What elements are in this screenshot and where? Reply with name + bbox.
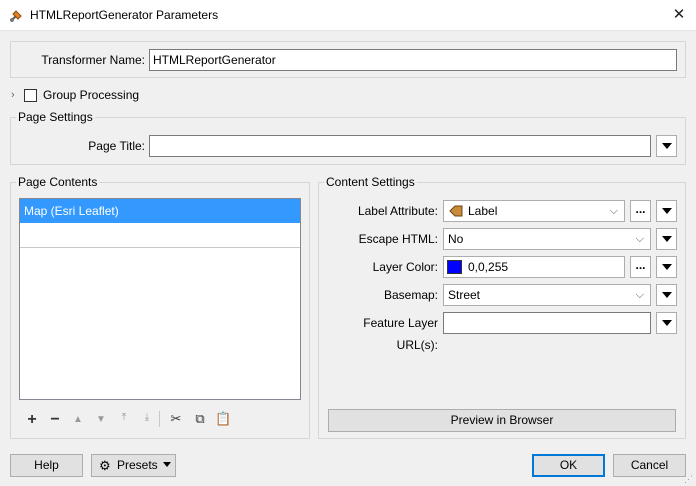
chevron-down-icon: ⌵ <box>635 233 644 245</box>
label-attribute-select[interactable]: Label ⌵ <box>443 200 625 222</box>
layer-color-browse-button[interactable]: ... <box>630 256 651 278</box>
move-bottom-icon[interactable]: ⤓ <box>139 412 155 423</box>
page-title-input[interactable] <box>149 135 651 157</box>
layer-color-label: Layer Color: <box>372 260 438 274</box>
basemap-label: Basemap: <box>383 288 438 302</box>
toolbar-separator <box>159 411 160 427</box>
label-attribute-browse-button[interactable]: ... <box>630 200 651 222</box>
feature-layer-urls-menu-button[interactable] <box>656 312 677 334</box>
basemap-value: Street <box>448 288 481 302</box>
escape-html-select[interactable]: No ⌵ <box>443 228 651 250</box>
page-title-menu-button[interactable] <box>656 135 677 157</box>
dropdown-triangle-icon <box>662 292 672 298</box>
list-item-label: Map (Esri Leaflet) <box>24 204 119 218</box>
dropdown-triangle-icon <box>662 208 672 214</box>
feature-layer-urls-input[interactable] <box>443 312 651 334</box>
chevron-down-icon: ⌵ <box>609 205 618 217</box>
cancel-button[interactable]: Cancel <box>613 454 686 477</box>
cut-icon[interactable]: ✂ <box>168 411 184 427</box>
close-icon[interactable]: ✕ <box>666 4 692 26</box>
group-processing-label: Group Processing <box>43 88 140 102</box>
remove-icon[interactable]: − <box>47 411 63 429</box>
label-attribute-label: Label Attribute: <box>357 204 438 218</box>
help-button[interactable]: Help <box>10 454 83 477</box>
group-processing-checkbox[interactable] <box>24 89 37 102</box>
dropdown-triangle-icon <box>662 264 672 270</box>
dropdown-triangle-icon <box>662 236 672 242</box>
preview-in-browser-button[interactable]: Preview in Browser <box>328 409 676 432</box>
page-settings-legend: Page Settings <box>16 110 95 124</box>
basemap-menu-button[interactable] <box>656 284 677 306</box>
gear-icon: ⚙ <box>99 458 111 473</box>
dropdown-triangle-icon <box>662 320 672 326</box>
layer-color-input[interactable]: 0,0,255 <box>443 256 625 278</box>
presets-button[interactable]: ⚙ Presets <box>91 454 176 477</box>
window-title: HTMLReportGenerator Parameters <box>30 8 219 22</box>
escape-html-label: Escape HTML: <box>358 232 438 246</box>
label-attribute-menu-button[interactable] <box>656 200 677 222</box>
feature-layer-urls-label: Feature Layer URL(s): <box>363 316 438 352</box>
label-attribute-value: Label <box>468 204 498 218</box>
layer-color-value: 0,0,255 <box>468 260 509 274</box>
move-down-icon[interactable]: ▼ <box>93 414 109 425</box>
list-item[interactable]: Map (Esri Leaflet) <box>20 199 300 223</box>
escape-html-menu-button[interactable] <box>656 228 677 250</box>
move-top-icon[interactable]: ⤒ <box>116 412 132 423</box>
page-contents-legend: Page Contents <box>16 175 100 189</box>
ok-button[interactable]: OK <box>532 454 605 477</box>
page-title-label: Page Title: <box>88 139 145 153</box>
move-up-icon[interactable]: ▲ <box>70 414 86 425</box>
chevron-right-icon[interactable]: › <box>11 89 15 101</box>
transformer-name-input[interactable]: HTMLReportGenerator <box>149 49 677 71</box>
fme-transformer-icon <box>10 10 22 22</box>
escape-html-value: No <box>448 232 464 246</box>
basemap-select[interactable]: Street ⌵ <box>443 284 651 306</box>
layer-color-menu-button[interactable] <box>656 256 677 278</box>
attribute-tag-icon <box>449 205 463 217</box>
resize-grip-icon[interactable]: ⋰ <box>684 474 693 485</box>
presets-label: Presets <box>117 458 158 472</box>
page-contents-list[interactable]: Map (Esri Leaflet) <box>19 198 301 400</box>
list-divider <box>20 247 300 248</box>
title-bar: HTMLReportGenerator Parameters ✕ <box>0 0 696 31</box>
dropdown-triangle-icon <box>163 462 171 467</box>
paste-icon[interactable]: 📋 <box>215 411 231 427</box>
chevron-down-icon: ⌵ <box>635 289 644 301</box>
dropdown-triangle-icon <box>662 143 672 149</box>
layer-color-swatch[interactable] <box>447 260 462 274</box>
copy-icon[interactable]: ⧉ <box>192 411 208 427</box>
content-settings-legend: Content Settings <box>324 175 417 189</box>
add-icon[interactable]: + <box>24 411 40 429</box>
transformer-name-label: Transformer Name: <box>41 53 145 67</box>
